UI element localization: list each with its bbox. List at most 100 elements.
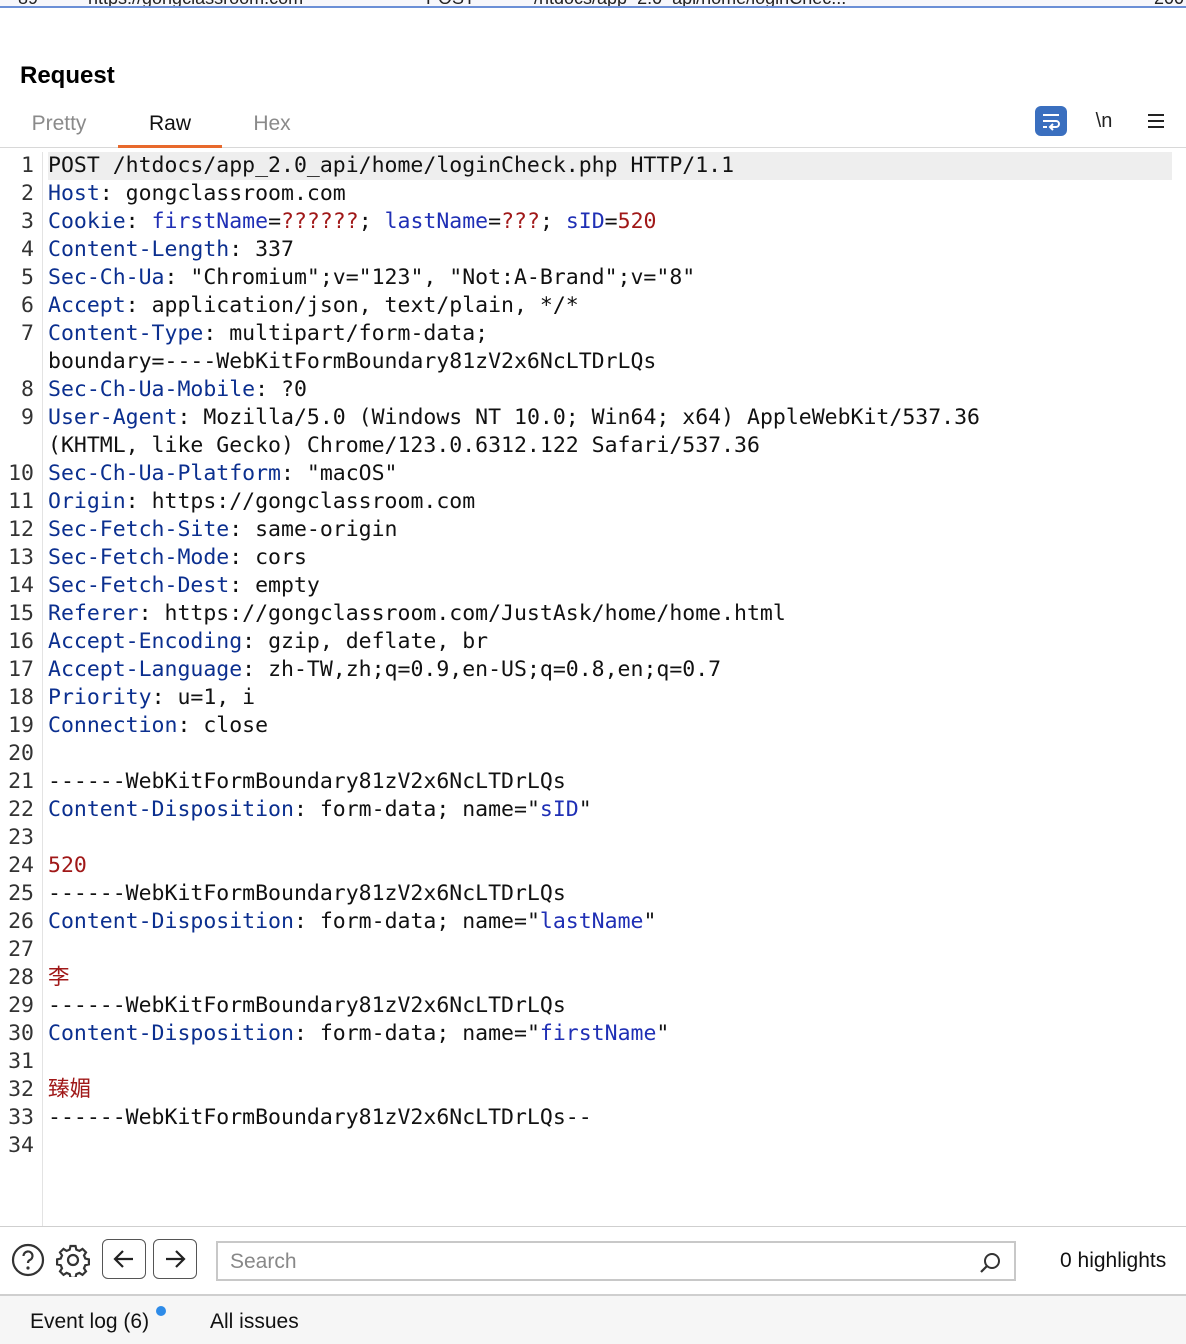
newline-toggle-button[interactable]: \n xyxy=(1088,106,1120,136)
request-line[interactable]: 11 Origin: https://gongclassroom.com xyxy=(0,488,1186,516)
event-log-tab[interactable]: Event log (6) xyxy=(30,1310,149,1334)
wrap-lines-icon[interactable] xyxy=(1035,106,1067,136)
header-value: 337 xyxy=(255,237,294,262)
request-line[interactable]: 19 Connection: close xyxy=(0,712,1186,740)
history-row[interactable]: 89 https://gongclassroom.com POST /htdoc… xyxy=(0,0,1186,8)
gear-icon[interactable] xyxy=(56,1243,90,1277)
all-issues-tab[interactable]: All issues xyxy=(210,1310,299,1334)
cookie-value: ??? xyxy=(501,209,540,234)
line-content: POST /htdocs/app_2.0_api/home/loginCheck… xyxy=(48,152,1172,180)
request-line[interactable]: 12 Sec-Fetch-Site: same-origin xyxy=(0,516,1186,544)
request-line[interactable]: 26 Content-Disposition: form-data; name="… xyxy=(0,908,1186,936)
raw-request-editor[interactable]: 1 POST /htdocs/app_2.0_api/home/loginChec… xyxy=(0,152,1186,1226)
search-icon[interactable] xyxy=(978,1251,1002,1275)
header-name: Accept-Language xyxy=(48,657,243,682)
request-line[interactable]: 13 Sec-Fetch-Mode: cors xyxy=(0,544,1186,572)
header-value: cors xyxy=(255,545,307,570)
request-line[interactable]: 10 Sec-Ch-Ua-Platform: "macOS" xyxy=(0,460,1186,488)
request-line[interactable]: 9 User-Agent: Mozilla/5.0 (Windows NT 10.… xyxy=(0,404,1186,432)
line-number: 4 xyxy=(21,237,34,262)
tab-hex[interactable]: Hex xyxy=(250,111,294,148)
cookie-name: lastName xyxy=(384,209,489,234)
hamburger-menu-icon[interactable] xyxy=(1140,106,1172,136)
header-value: empty xyxy=(255,573,320,598)
tab-pretty[interactable]: Pretty xyxy=(30,111,88,148)
header-name: Sec-Fetch-Mode xyxy=(48,545,230,570)
header-name: Priority xyxy=(48,685,152,710)
request-line[interactable]: 3 Cookie: firstName=??????; lastName=???;… xyxy=(0,208,1186,236)
line-number: 32 xyxy=(8,1077,34,1102)
request-line[interactable]: 30 Content-Disposition: form-data; name="… xyxy=(0,1020,1186,1048)
request-line[interactable]: 29 ------WebKitFormBoundary81zV2x6NcLTDrL… xyxy=(0,992,1186,1020)
header-value: multipart/form-data; xyxy=(229,321,489,346)
request-line[interactable]: 22 Content-Disposition: form-data; name="… xyxy=(0,796,1186,824)
request-line[interactable]: 7 Content-Type: multipart/form-data; xyxy=(0,320,1186,348)
next-match-button[interactable] xyxy=(153,1239,197,1279)
request-line-wrapped[interactable]: (KHTML, like Gecko) Chrome/123.0.6312.12… xyxy=(0,432,1186,460)
request-line-wrapped[interactable]: boundary=----WebKitFormBoundary81zV2x6Nc… xyxy=(0,348,1186,376)
request-line[interactable]: 8 Sec-Ch-Ua-Mobile: ?0 xyxy=(0,376,1186,404)
request-line[interactable]: 32 臻媚 xyxy=(0,1076,1186,1104)
line-content: Accept: application/json, text/plain, */… xyxy=(48,293,579,318)
line-content: User-Agent: Mozilla/5.0 (Windows NT 10.0… xyxy=(48,405,980,430)
line-content: Accept-Encoding: gzip, deflate, br xyxy=(48,629,489,654)
header-value: u=1, i xyxy=(177,685,256,710)
header-value: "Chromium";v="123", "Not:A-Brand";v="8" xyxy=(190,265,696,290)
header-value: form-data; name=" xyxy=(319,1021,540,1046)
request-line[interactable]: 20 xyxy=(0,740,1186,768)
request-line[interactable]: 5 Sec-Ch-Ua: "Chromium";v="123", "Not:A-B… xyxy=(0,264,1186,292)
history-row-method: POST xyxy=(426,0,475,6)
form-field-name: sID xyxy=(539,797,579,822)
request-line[interactable]: 17 Accept-Language: zh-TW,zh;q=0.9,en-US;… xyxy=(0,656,1186,684)
line-content: Sec-Fetch-Dest: empty xyxy=(48,573,320,598)
line-content: Host: gongclassroom.com xyxy=(48,181,346,206)
request-line[interactable]: 1 POST /htdocs/app_2.0_api/home/loginChec… xyxy=(0,152,1186,180)
header-value-tail: " xyxy=(656,1021,670,1046)
request-line[interactable]: 34 xyxy=(0,1132,1186,1160)
header-name: Sec-Fetch-Site xyxy=(48,517,230,542)
header-name: Connection xyxy=(48,713,178,738)
line-number: 8 xyxy=(21,377,34,402)
tab-raw[interactable]: Raw xyxy=(118,111,222,148)
request-line[interactable]: 25 ------WebKitFormBoundary81zV2x6NcLTDrL… xyxy=(0,880,1186,908)
request-line[interactable]: 24 520 xyxy=(0,852,1186,880)
request-line[interactable]: 28 李 xyxy=(0,964,1186,992)
line-number: 11 xyxy=(8,489,34,514)
line-text: ------WebKitFormBoundary81zV2x6NcLTDrLQs xyxy=(48,769,566,794)
request-line[interactable]: 15 Referer: https://gongclassroom.com/Jus… xyxy=(0,600,1186,628)
search-input[interactable] xyxy=(230,1249,970,1275)
line-text: ------WebKitFormBoundary81zV2x6NcLTDrLQs… xyxy=(48,1105,592,1130)
line-content: Connection: close xyxy=(48,713,269,738)
line-content: 臻媚 xyxy=(48,1076,1172,1104)
previous-match-button[interactable] xyxy=(102,1239,146,1279)
cookie-value: 520 xyxy=(617,209,657,234)
line-number: 13 xyxy=(8,545,34,570)
request-line[interactable]: 21 ------WebKitFormBoundary81zV2x6NcLTDrL… xyxy=(0,768,1186,796)
header-name: Content-Disposition xyxy=(48,797,294,822)
request-line[interactable]: 4 Content-Length: 337 xyxy=(0,236,1186,264)
request-line[interactable]: 23 xyxy=(0,824,1186,852)
search-toolbar: 0 highlights xyxy=(0,1226,1186,1294)
line-number: 10 xyxy=(8,461,34,486)
help-icon[interactable] xyxy=(11,1243,45,1277)
cookie-name: firstName xyxy=(151,209,269,234)
request-line[interactable]: 2 Host: gongclassroom.com xyxy=(0,180,1186,208)
search-field[interactable] xyxy=(216,1241,1016,1281)
request-line[interactable]: 14 Sec-Fetch-Dest: empty xyxy=(0,572,1186,600)
header-name: Content-Disposition xyxy=(48,1021,294,1046)
line-number: 12 xyxy=(8,517,34,542)
header-name: Referer xyxy=(48,601,139,626)
request-line[interactable]: 31 xyxy=(0,1048,1186,1076)
header-value: https://gongclassroom.com xyxy=(151,489,476,514)
request-line[interactable]: 27 xyxy=(0,936,1186,964)
history-row-status: 200 xyxy=(1154,0,1184,6)
line-number: 27 xyxy=(8,937,34,962)
request-line[interactable]: 33 ------WebKitFormBoundary81zV2x6NcLTDrL… xyxy=(0,1104,1186,1132)
header-name: Host xyxy=(48,181,100,206)
request-line[interactable]: 6 Accept: application/json, text/plain, *… xyxy=(0,292,1186,320)
request-line[interactable]: 16 Accept-Encoding: gzip, deflate, br xyxy=(0,628,1186,656)
line-content: Content-Disposition: form-data; name="la… xyxy=(48,909,657,934)
line-content: Sec-Fetch-Mode: cors xyxy=(48,545,307,570)
request-line[interactable]: 18 Priority: u=1, i xyxy=(0,684,1186,712)
line-content: Sec-Ch-Ua-Mobile: ?0 xyxy=(48,377,307,402)
